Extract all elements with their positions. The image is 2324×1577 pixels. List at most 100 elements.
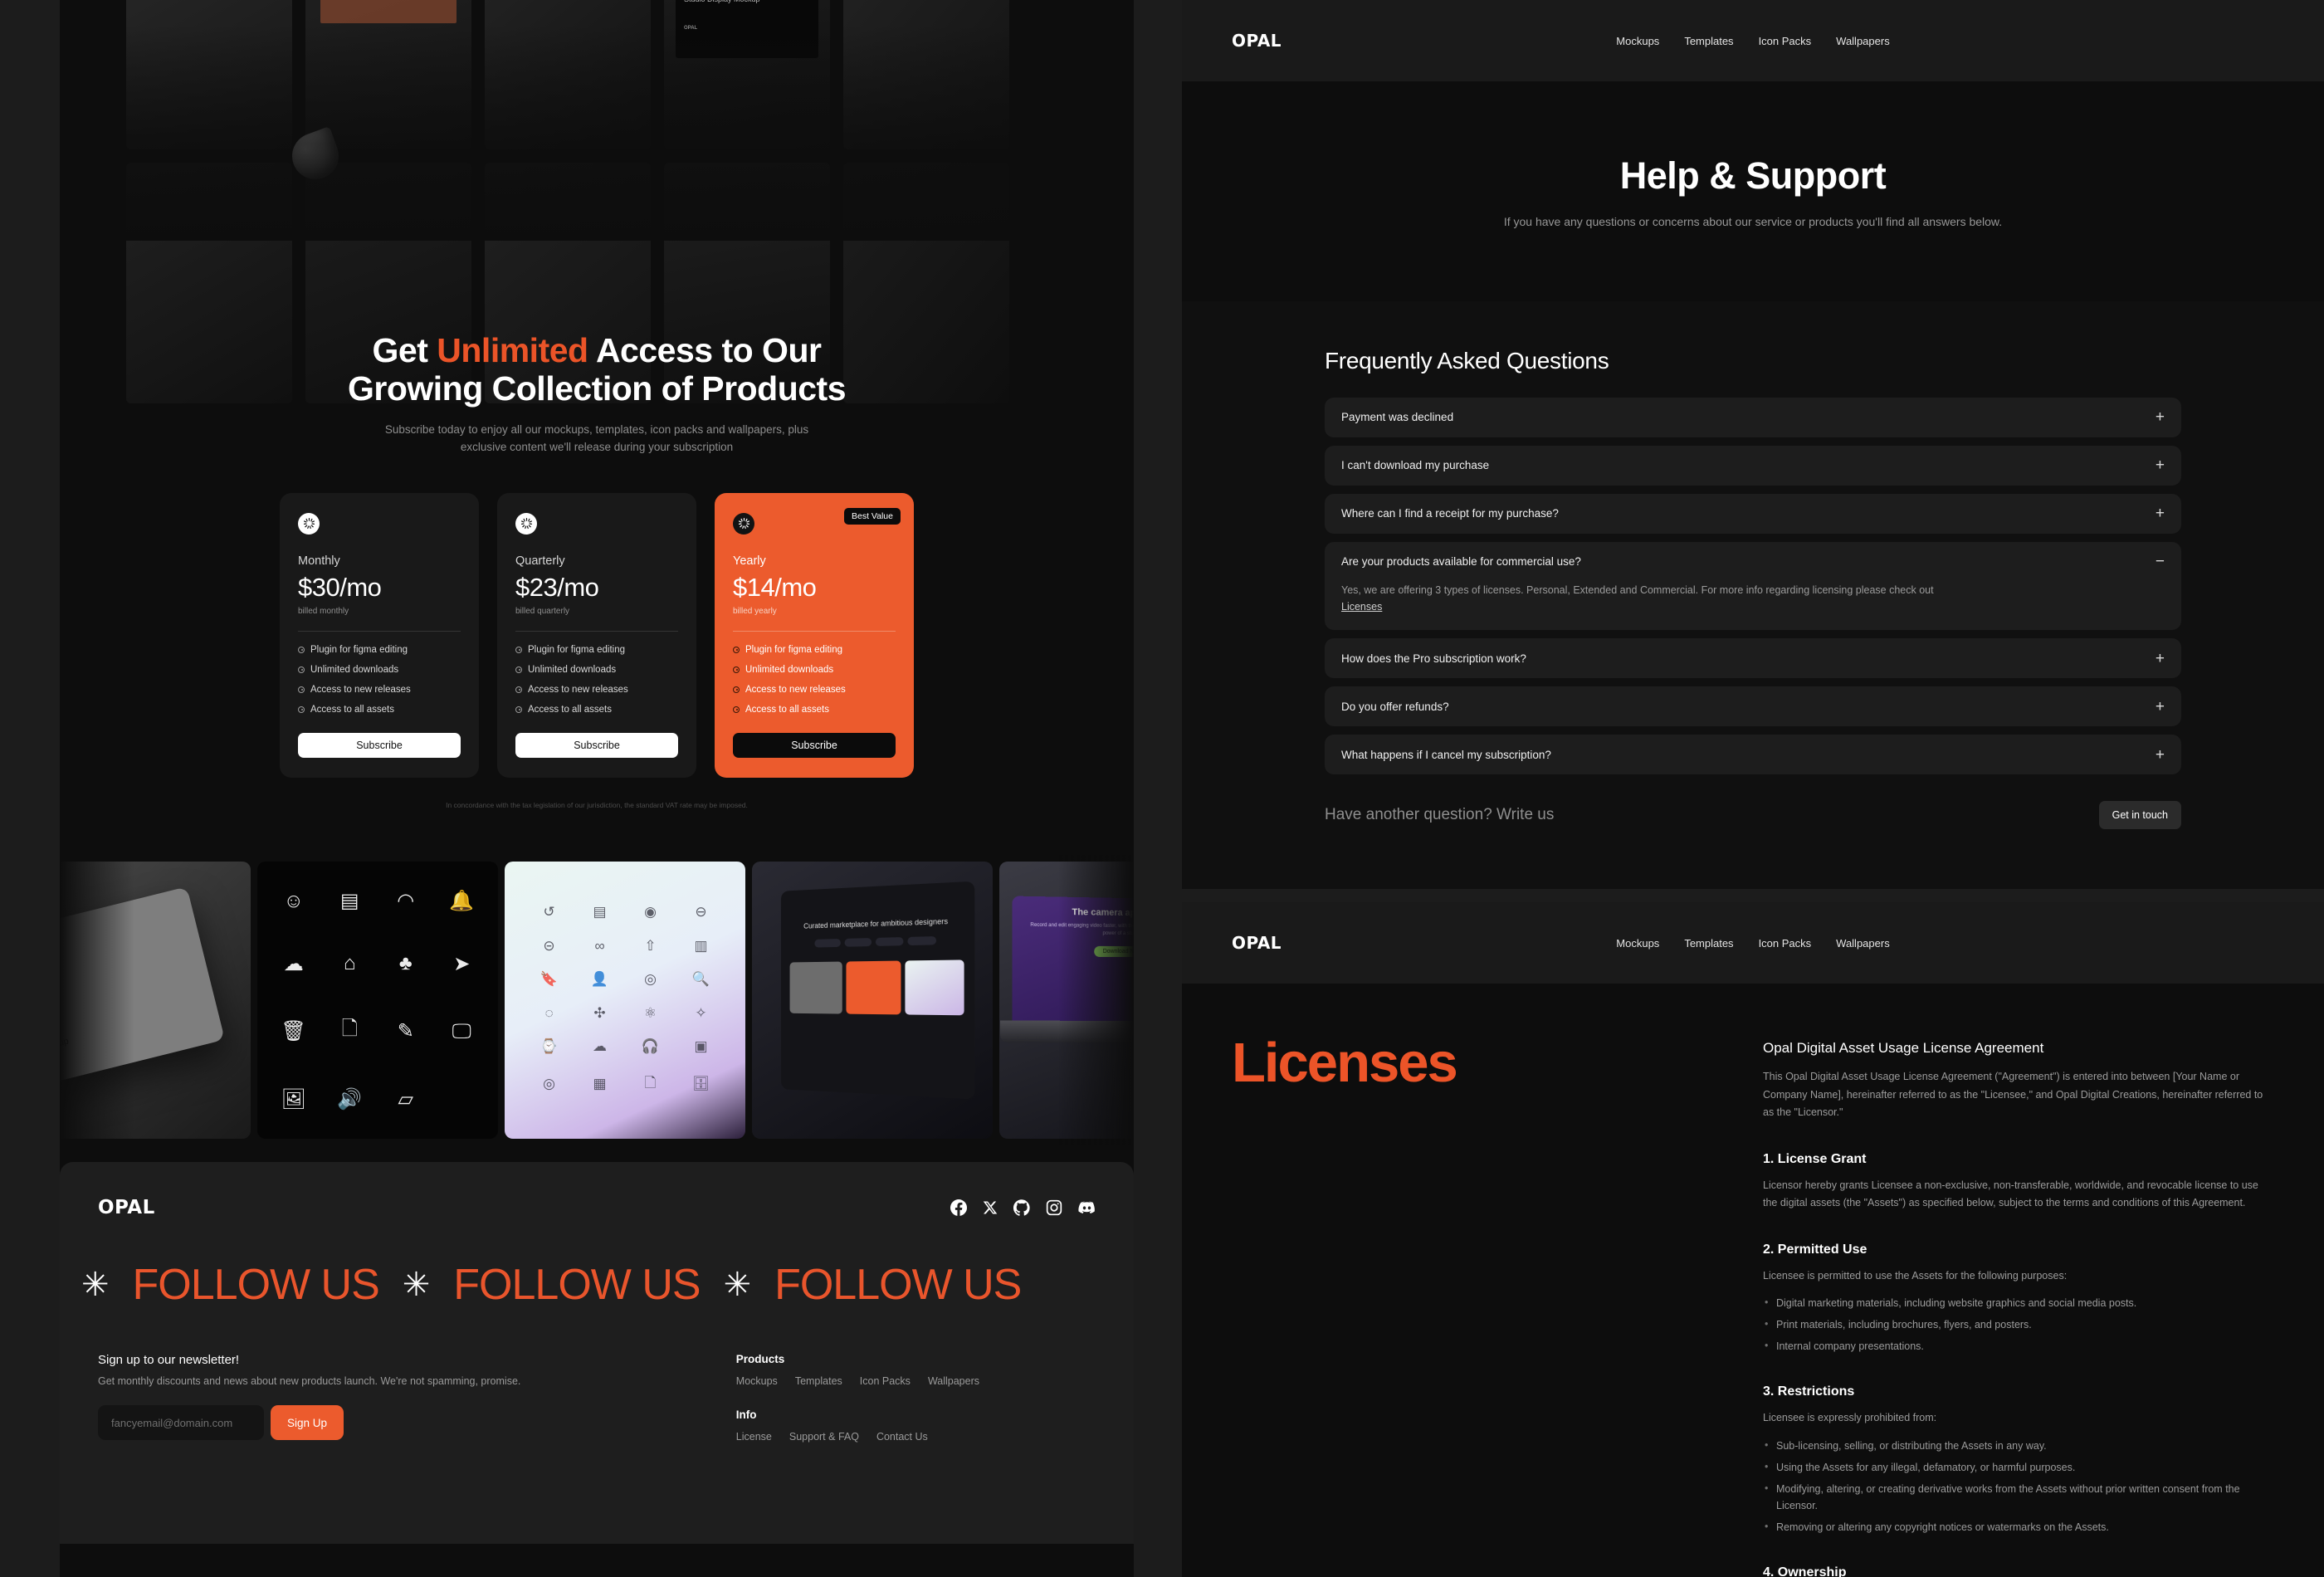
strip-card-icons-dark[interactable]: ☺ ▤ ◠ 🔔 ☁ ⌂ ♣ ➤ 🗑 🗋 ✎ 🖵 🖼 🔊 ▱ bbox=[257, 862, 498, 1139]
faq-question-label: Do you offer refunds? bbox=[1341, 700, 1449, 713]
subscribe-button-yearly[interactable]: Subscribe bbox=[733, 732, 896, 758]
faq-question-row[interactable]: Payment was declined + bbox=[1341, 398, 2165, 437]
nav-item-templates[interactable]: Templates bbox=[1684, 35, 1733, 47]
billboard-label: BILLBOARD bbox=[320, 0, 456, 23]
thumb bbox=[905, 959, 964, 1016]
faq-item-receipt[interactable]: Where can I find a receipt for my purcha… bbox=[1325, 493, 2181, 534]
discord-icon[interactable] bbox=[1078, 1199, 1096, 1217]
pill bbox=[844, 938, 872, 948]
faq-question-label: How does the Pro subscription work? bbox=[1341, 652, 1526, 665]
faq-item-refunds[interactable]: Do you offer refunds? + bbox=[1325, 686, 2181, 727]
expand-plus-icon[interactable]: + bbox=[2156, 505, 2165, 521]
faq-question-row[interactable]: Do you offer refunds? + bbox=[1341, 686, 2165, 726]
nav-item-icon-packs[interactable]: Icon Packs bbox=[1759, 35, 1812, 47]
faq-section: Frequently Asked Questions Payment was d… bbox=[1182, 300, 2324, 890]
subscribe-button-quarterly[interactable]: Subscribe bbox=[515, 732, 678, 758]
plan-card-quarterly[interactable]: Quarterly $23/mo billed quarterly Plugin… bbox=[497, 492, 696, 778]
asterisk-icon: ✳ bbox=[402, 1267, 431, 1303]
get-in-touch-button[interactable]: Get in touch bbox=[2098, 801, 2181, 830]
plan-name: Monthly bbox=[298, 554, 340, 568]
expand-plus-icon[interactable]: + bbox=[2156, 651, 2165, 666]
faq-question-row[interactable]: What happens if I cancel my subscription… bbox=[1341, 735, 2165, 774]
faq-item-cant-download[interactable]: I can't download my purchase + bbox=[1325, 445, 2181, 486]
strip-card-icons-light[interactable]: ↺ ▤ ◉ ⊖ ⊝ ∞ ⇧ ▥ 🔖 👤 ◎ 🔍 ◌ ✣ ⚛ ✧ ⌚ ☁ 🎧 ▣ bbox=[505, 862, 745, 1139]
list-item: Removing or altering any copyright notic… bbox=[1763, 1518, 2274, 1536]
nav-item-icon-packs[interactable]: Icon Packs bbox=[1759, 937, 1812, 950]
faq-item-cancel-subscription[interactable]: What happens if I cancel my subscription… bbox=[1325, 735, 2181, 775]
collapse-minus-icon[interactable]: − bbox=[2156, 554, 2165, 569]
plan-price: $14/mo bbox=[733, 572, 817, 602]
newsletter-signup-button[interactable]: Sign Up bbox=[271, 1405, 344, 1440]
gallery-thumb-billboard[interactable]: BILLBOARD bbox=[305, 0, 471, 149]
facebook-icon[interactable] bbox=[950, 1199, 967, 1216]
strip-card-ipad[interactable]: iPad Mockup bbox=[60, 862, 251, 1139]
check-dot-icon bbox=[515, 686, 522, 693]
faq-question-label: I can't download my purchase bbox=[1341, 459, 1490, 472]
faq-item-commercial-use[interactable]: Are your products available for commerci… bbox=[1325, 541, 2181, 631]
pricing-title-accent: Unlimited bbox=[437, 331, 588, 369]
plan-feature: Plugin for figma editing bbox=[515, 645, 678, 655]
footer-column-products: Products Mockups Templates Icon Packs Wa… bbox=[736, 1353, 979, 1387]
gallery-thumb-studio-display[interactable]: Opal Studio Exclusive for Realistic 6000… bbox=[664, 0, 830, 149]
plan-card-monthly[interactable]: Monthly $30/mo billed monthly Plugin for… bbox=[280, 492, 479, 778]
plan-feature: Access to new releases bbox=[733, 685, 896, 695]
faq-question-row[interactable]: Where can I find a receipt for my purcha… bbox=[1341, 494, 2165, 534]
nav-item-wallpapers[interactable]: Wallpapers bbox=[1836, 937, 1890, 950]
footer-link-templates[interactable]: Templates bbox=[795, 1375, 842, 1387]
footer-link-contact-us[interactable]: Contact Us bbox=[876, 1431, 928, 1443]
upload-icon: ⇧ bbox=[644, 937, 657, 954]
nav-item-mockups[interactable]: Mockups bbox=[1616, 35, 1659, 47]
faq-item-payment-declined[interactable]: Payment was declined + bbox=[1325, 397, 2181, 437]
gallery-thumb-protech[interactable] bbox=[485, 0, 651, 149]
gallery-thumb[interactable] bbox=[843, 0, 1009, 149]
expand-plus-icon[interactable]: + bbox=[2156, 747, 2165, 763]
list-item: Digital marketing materials, including w… bbox=[1763, 1294, 2274, 1311]
columns-icon: ▥ bbox=[694, 937, 708, 954]
footer-column-links: Mockups Templates Icon Packs Wallpapers bbox=[736, 1375, 979, 1387]
gallery-thumb[interactable] bbox=[126, 0, 292, 149]
faq-question-row[interactable]: Are your products available for commerci… bbox=[1341, 542, 2165, 582]
faq-question-row[interactable]: I can't download my purchase + bbox=[1341, 446, 2165, 486]
faq-question-row[interactable]: How does the Pro subscription work? + bbox=[1341, 638, 2165, 678]
footer-link-wallpapers[interactable]: Wallpapers bbox=[928, 1375, 979, 1387]
licenses-link[interactable]: Licenses bbox=[1341, 601, 1382, 613]
section-body-license-grant: Licensor hereby grants Licensee a non-ex… bbox=[1763, 1179, 2258, 1209]
expand-plus-icon[interactable]: + bbox=[2156, 457, 2165, 473]
faq-heading: Frequently Asked Questions bbox=[1325, 347, 1609, 374]
strip-card-marketplace[interactable]: Curated marketplace for ambitious design… bbox=[752, 862, 993, 1139]
pin-icon: ✎ bbox=[397, 1020, 414, 1043]
strip-card-laptop[interactable]: The camera app for the Record and edit e… bbox=[999, 862, 1134, 1139]
newsletter-email-input[interactable] bbox=[98, 1405, 264, 1440]
footer-link-license[interactable]: License bbox=[736, 1431, 772, 1443]
newsletter-subtitle: Get monthly discounts and news about new… bbox=[98, 1375, 521, 1387]
file-icon: 🗋 bbox=[341, 1018, 358, 1041]
plan-card-yearly[interactable]: Best Value Yearly $14/mo billed yearly P… bbox=[715, 492, 914, 778]
footer-link-columns: Products Mockups Templates Icon Packs Wa… bbox=[736, 1353, 1096, 1443]
faq-item-pro-subscription[interactable]: How does the Pro subscription work? + bbox=[1325, 638, 2181, 679]
subscribe-button-monthly[interactable]: Subscribe bbox=[298, 732, 461, 758]
laptop-screen-mockup: The camera app for the Record and edit e… bbox=[1012, 896, 1134, 1025]
instagram-icon[interactable] bbox=[1046, 1199, 1062, 1216]
expand-plus-icon[interactable]: + bbox=[2156, 409, 2165, 425]
footer-column-links: License Support & FAQ Contact Us bbox=[736, 1431, 979, 1443]
nav-item-templates[interactable]: Templates bbox=[1684, 937, 1733, 950]
minus-icon: ⊝ bbox=[543, 937, 555, 954]
footer-link-icon-packs[interactable]: Icon Packs bbox=[860, 1375, 911, 1387]
page-title: Help & Support bbox=[1619, 154, 1887, 197]
x-icon[interactable] bbox=[983, 1200, 998, 1215]
user-add-icon: 👤 bbox=[590, 971, 609, 988]
expand-plus-icon[interactable]: + bbox=[2156, 699, 2165, 715]
marquee-text: FOLLOW US bbox=[132, 1261, 380, 1309]
nav-item-mockups[interactable]: Mockups bbox=[1616, 937, 1659, 950]
opal-mark-icon bbox=[733, 512, 754, 535]
footer-link-support-faq[interactable]: Support & FAQ bbox=[789, 1431, 859, 1443]
footer-logo[interactable]: OPAL bbox=[98, 1197, 155, 1218]
footer-link-mockups[interactable]: Mockups bbox=[736, 1375, 778, 1387]
footer-column-title: Products bbox=[735, 1353, 785, 1365]
newsletter-title: Sign up to our newsletter! bbox=[98, 1353, 240, 1367]
newsletter-block: Sign up to our newsletter! Get monthly d… bbox=[98, 1353, 520, 1443]
plan-name: Yearly bbox=[733, 554, 766, 568]
github-icon[interactable] bbox=[1013, 1199, 1030, 1216]
plan-feature: Access to all assets bbox=[515, 705, 678, 715]
nav-item-wallpapers[interactable]: Wallpapers bbox=[1836, 35, 1890, 47]
